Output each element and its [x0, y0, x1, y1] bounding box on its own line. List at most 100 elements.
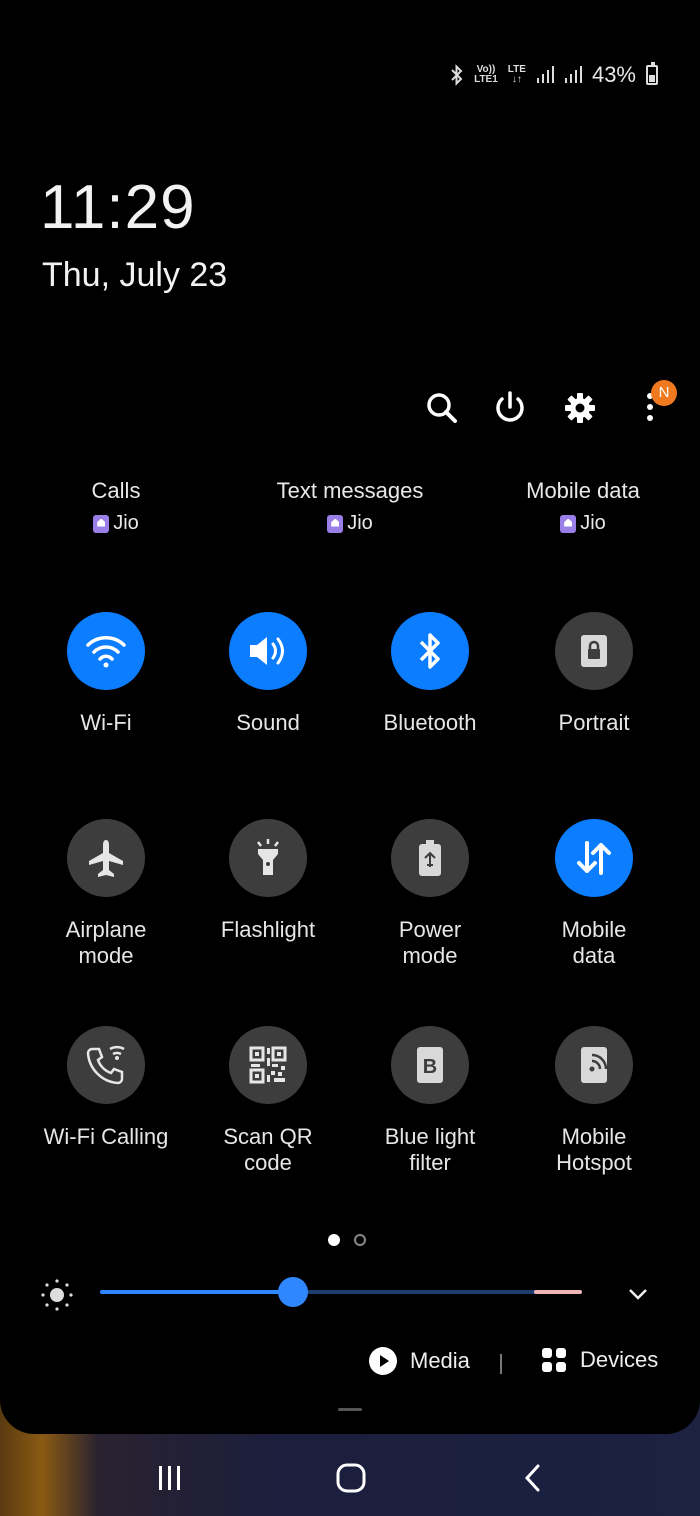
airplane-icon: [89, 840, 123, 877]
navigation-bar: [0, 1440, 700, 1516]
tile-wifi-toggle[interactable]: [67, 612, 145, 690]
sim-pref-mobile-data[interactable]: Mobile data Jio: [483, 478, 683, 535]
brightness-knob[interactable]: [277, 1277, 308, 1307]
tile-mobile-hotspot[interactable]: Mobile Hotspot: [514, 1026, 674, 1176]
qr-code-icon: [249, 1046, 287, 1084]
sim-pref-label: Text messages: [276, 478, 424, 503]
wifi-icon: [86, 636, 126, 668]
tile-label: Flashlight: [220, 917, 316, 942]
brightness-slider[interactable]: [100, 1277, 582, 1307]
notification-badge: N: [651, 380, 677, 406]
media-button[interactable]: Media: [368, 1346, 470, 1376]
sim-carrier: Jio: [113, 512, 139, 534]
search-icon[interactable]: [422, 388, 462, 428]
tile-label: Mobile Hotspot: [556, 1124, 632, 1175]
quick-panel: Vo)) LTE1 LTE ↓↑ 43% 11:29 Thu, July 23: [0, 0, 700, 1434]
divider: [500, 1354, 502, 1374]
tile-sound-toggle[interactable]: [229, 612, 307, 690]
tile-label: Blue light filter: [384, 1124, 476, 1175]
sim-carrier: Jio: [580, 512, 606, 534]
page-dot-2[interactable]: [354, 1234, 366, 1246]
tile-power-mode[interactable]: Power mode: [350, 819, 510, 969]
brightness-fill: [100, 1290, 293, 1294]
home-button[interactable]: [327, 1454, 375, 1502]
hotspot-icon: [581, 1047, 608, 1083]
tile-mobile-data-toggle[interactable]: [555, 819, 633, 897]
signal-icon-sim2: [564, 66, 582, 83]
tile-flashlight-toggle[interactable]: [229, 819, 307, 897]
portrait-lock-icon: [581, 635, 607, 667]
back-button[interactable]: [510, 1454, 558, 1502]
lte-indicator: LTE ↓↑: [507, 64, 526, 85]
tile-portrait[interactable]: Portrait: [514, 612, 674, 736]
tile-airplane-mode[interactable]: Airplane mode: [26, 819, 186, 969]
chevron-down-icon[interactable]: [626, 1282, 650, 1306]
sim-card-icon: [93, 514, 110, 533]
tile-bluetooth-toggle[interactable]: [391, 612, 469, 690]
tile-label: Airplane mode: [65, 917, 147, 968]
tile-label: Bluetooth: [383, 710, 477, 735]
blue-light-icon: B: [417, 1047, 443, 1083]
tile-mobile-hotspot-toggle[interactable]: [555, 1026, 633, 1104]
bluetooth-icon: [419, 633, 440, 669]
tile-blue-light-filter[interactable]: B Blue light filter: [350, 1026, 510, 1176]
tile-bluetooth[interactable]: Bluetooth: [350, 612, 510, 736]
tile-label: Scan QR code: [223, 1124, 313, 1175]
tile-airplane-toggle[interactable]: [67, 819, 145, 897]
brightness-high-zone: [534, 1290, 582, 1294]
tile-portrait-toggle[interactable]: [555, 612, 633, 690]
sim-pref-label: Calls: [91, 478, 141, 503]
sound-icon: [250, 637, 284, 665]
tile-blue-light-toggle[interactable]: B: [391, 1026, 469, 1104]
tile-sound[interactable]: Sound: [188, 612, 348, 736]
home-icon: [336, 1463, 366, 1493]
tile-wifi-calling[interactable]: Wi-Fi Calling: [26, 1026, 186, 1150]
mobile-data-icon: [577, 841, 611, 875]
sim-card-icon: [560, 514, 577, 533]
tile-wifi[interactable]: Wi-Fi: [26, 612, 186, 736]
volte-indicator: Vo)) LTE1: [474, 64, 498, 85]
tile-label: Sound: [236, 710, 300, 735]
back-icon: [524, 1464, 540, 1492]
tile-power-mode-toggle[interactable]: [391, 819, 469, 897]
battery-percent: 43%: [591, 62, 636, 87]
flashlight-icon: [257, 839, 279, 875]
bluetooth-icon: [451, 64, 463, 86]
sim-pref-calls[interactable]: Calls Jio: [16, 478, 216, 535]
tile-wifi-calling-toggle[interactable]: [67, 1026, 145, 1104]
settings-icon[interactable]: [560, 388, 600, 428]
page-dot-1[interactable]: [328, 1234, 340, 1246]
tile-label: Portrait: [558, 710, 630, 735]
devices-icon: [542, 1348, 566, 1372]
sim-pref-label: Mobile data: [526, 478, 640, 503]
tile-scan-qr[interactable]: Scan QR code: [188, 1026, 348, 1176]
signal-icon-sim1: [536, 66, 554, 83]
play-icon: [369, 1347, 397, 1375]
sim-carrier: Jio: [347, 512, 373, 534]
status-bar: Vo)) LTE1 LTE ↓↑ 43%: [450, 58, 658, 92]
devices-button[interactable]: Devices: [540, 1346, 658, 1374]
clock-date[interactable]: Thu, July 23: [42, 256, 227, 295]
devices-label: Devices: [580, 1347, 659, 1372]
tile-flashlight[interactable]: Flashlight: [188, 819, 348, 943]
media-devices-row: Media Devices: [0, 1346, 700, 1382]
svg-text:B: B: [423, 1056, 437, 1078]
wifi-calling-icon: [86, 1045, 125, 1085]
tile-scan-qr-toggle[interactable]: [229, 1026, 307, 1104]
power-mode-icon: [419, 840, 441, 876]
clock-time[interactable]: 11:29: [40, 172, 196, 243]
panel-drag-handle[interactable]: [338, 1408, 362, 1411]
brightness-icon: [41, 1279, 73, 1311]
recents-icon: [159, 1466, 180, 1490]
tile-label: Power mode: [398, 917, 462, 968]
tile-mobile-data[interactable]: Mobile data: [514, 819, 674, 969]
sim-pref-text-messages[interactable]: Text messages Jio: [250, 478, 450, 535]
sim-card-icon: [327, 514, 344, 533]
tile-label: Mobile data: [561, 917, 627, 968]
recents-button[interactable]: [146, 1454, 194, 1502]
tile-label: Wi-Fi Calling: [43, 1124, 169, 1149]
power-icon[interactable]: [490, 388, 530, 428]
tile-label: Wi-Fi: [80, 710, 132, 735]
page-indicator: [328, 1234, 366, 1246]
media-label: Media: [410, 1348, 470, 1373]
